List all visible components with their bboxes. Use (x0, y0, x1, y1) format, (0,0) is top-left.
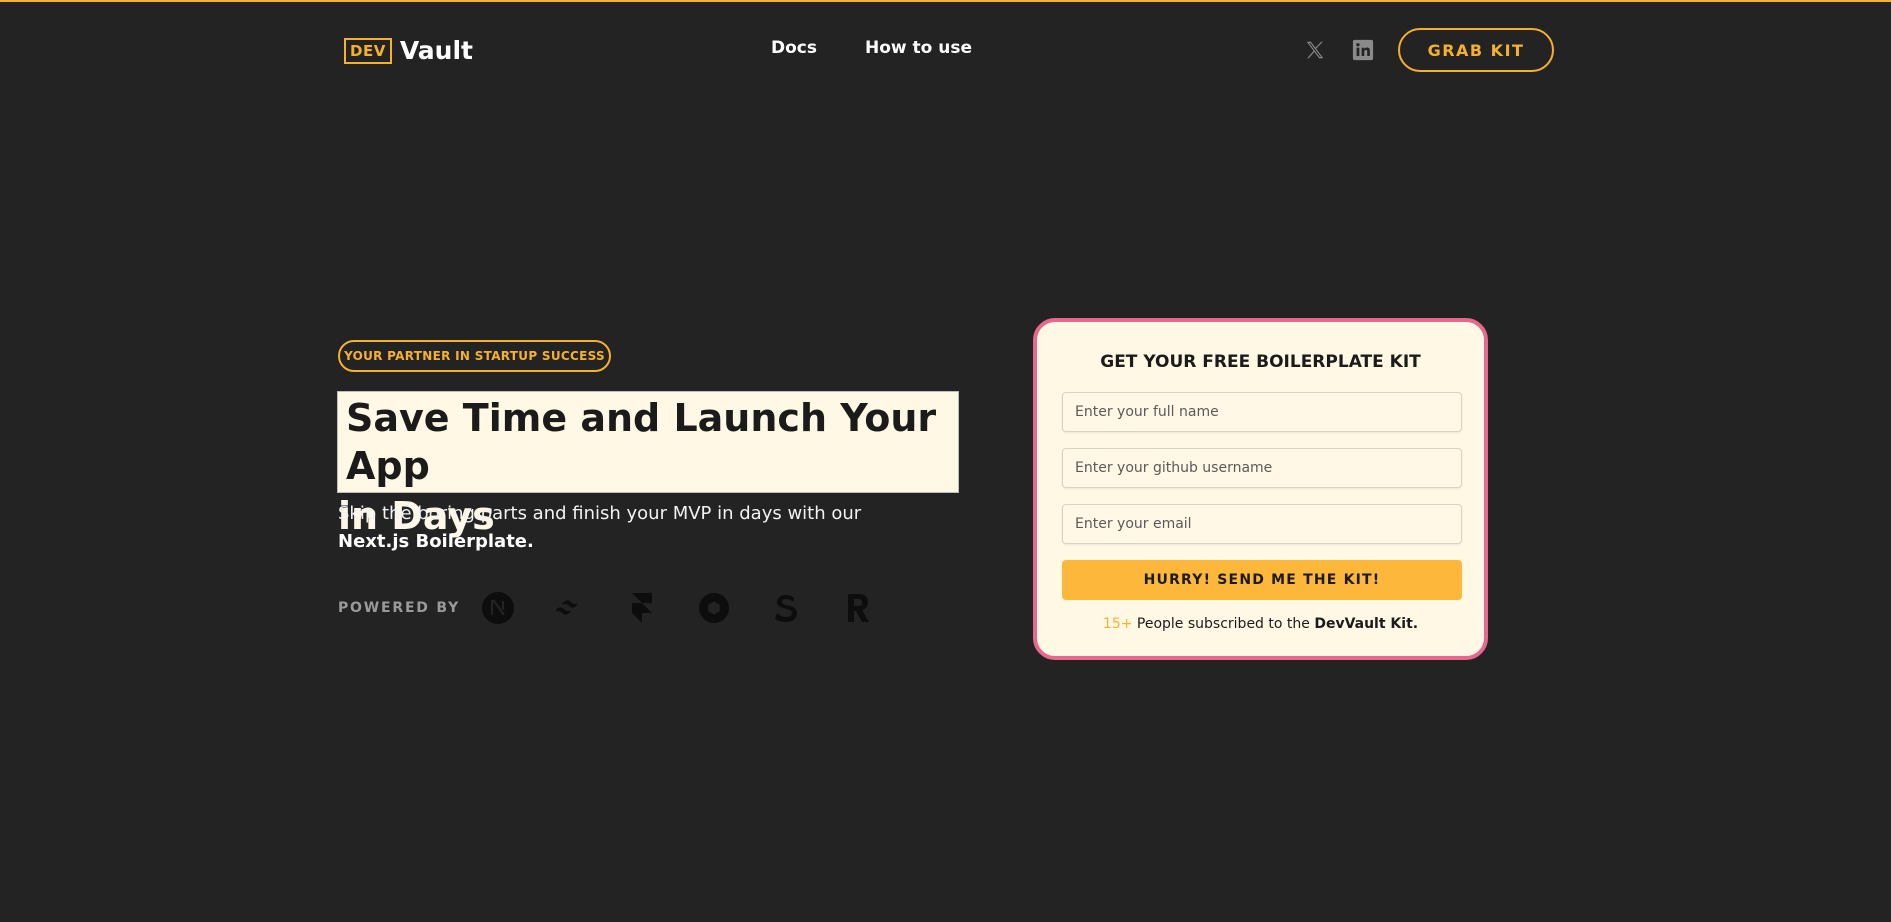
grab-kit-button[interactable]: GRAB KIT (1398, 28, 1554, 72)
social-links (1302, 37, 1376, 63)
subtitle-text: Skip the boring parts and finish your MV… (338, 503, 862, 524)
powered-by: POWERED BY (338, 590, 876, 626)
logo[interactable]: DEV Vault (344, 36, 473, 65)
main-nav: Docs How to use (771, 38, 972, 58)
send-kit-button[interactable]: HURRY! SEND ME THE KIT! (1062, 560, 1462, 600)
github-username-input[interactable] (1062, 448, 1462, 488)
resend-icon (840, 590, 876, 626)
signup-card-title: GET YOUR FREE BOILERPLATE KIT (1100, 352, 1421, 372)
email-input[interactable] (1062, 504, 1462, 544)
subscriber-count: 15+ (1102, 616, 1133, 632)
hero-subtitle: Skip the boring parts and finish your MV… (338, 500, 938, 556)
signup-card: GET YOUR FREE BOILERPLATE KIT HURRY! SEN… (1033, 318, 1488, 660)
subtitle-bold: Next.js Boilerplate. (338, 531, 534, 552)
headline-highlighted: Save Time and Launch Your App (337, 391, 959, 493)
landing-page: DEV Vault Docs How to use GRAB KIT YOUR … (0, 0, 1891, 922)
subscriber-note: 15+ People subscribed to the DevVault Ki… (1037, 616, 1484, 632)
x-twitter-icon[interactable] (1302, 37, 1328, 63)
full-name-input[interactable] (1062, 392, 1462, 432)
stripe-icon (768, 590, 804, 626)
tailwind-icon (552, 590, 588, 626)
tech-icons (480, 590, 876, 626)
site-header: DEV Vault Docs How to use GRAB KIT (0, 0, 1891, 100)
powered-by-label: POWERED BY (338, 600, 461, 616)
nav-docs[interactable]: Docs (771, 38, 817, 58)
openai-icon (696, 590, 732, 626)
subscriber-brand: DevVault Kit. (1314, 616, 1419, 632)
framer-icon (624, 590, 660, 626)
hero-badge: YOUR PARTNER IN STARTUP SUCCESS (338, 340, 611, 372)
subscriber-text: People subscribed to the (1132, 616, 1315, 632)
nextjs-icon (480, 590, 516, 626)
linkedin-icon[interactable] (1350, 37, 1376, 63)
nav-how-to-use[interactable]: How to use (865, 38, 972, 58)
logo-badge: DEV (344, 37, 392, 64)
logo-text: Vault (399, 36, 473, 65)
